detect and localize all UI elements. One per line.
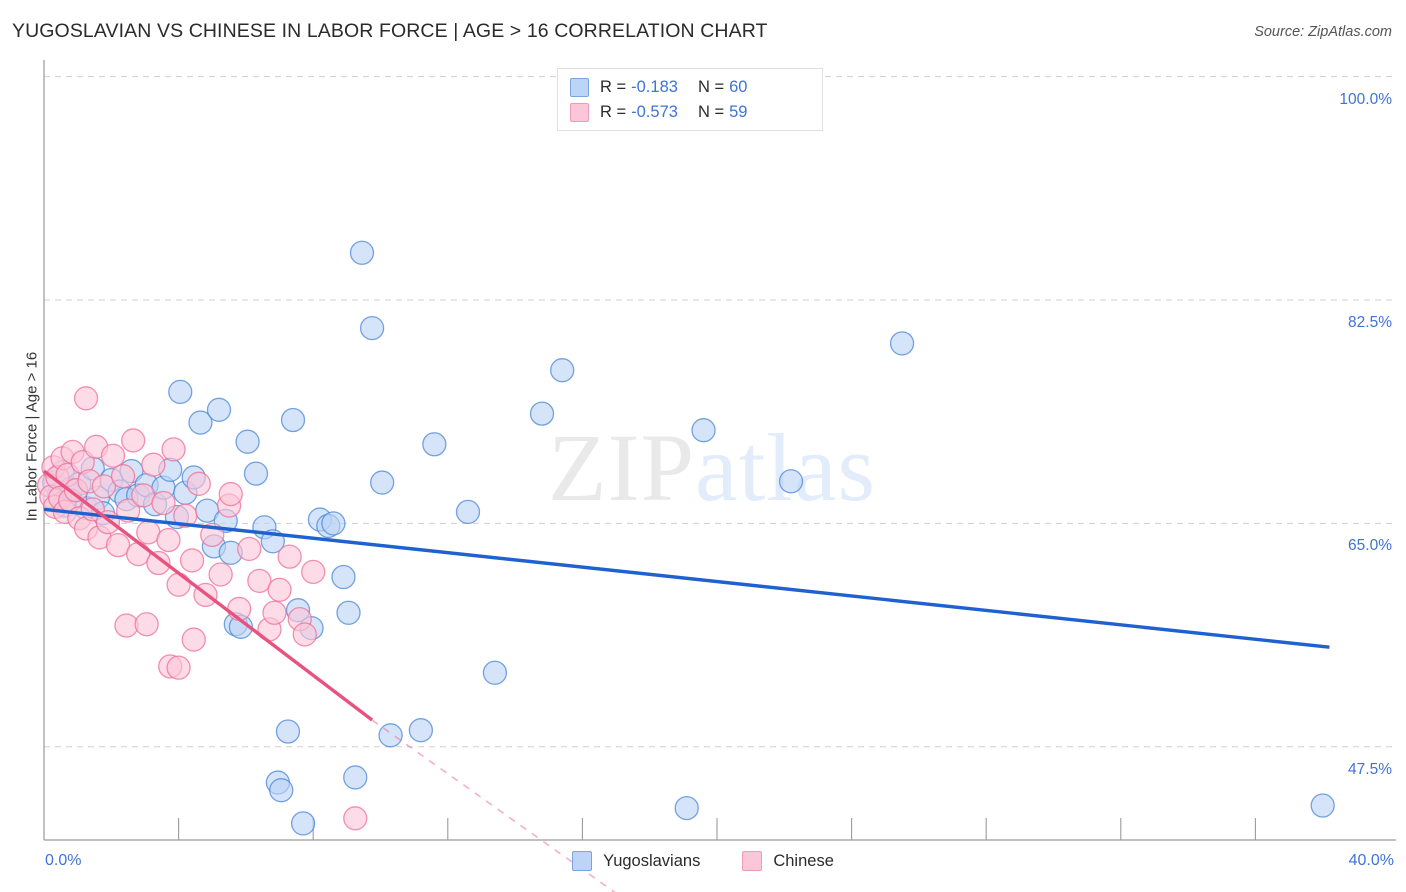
- data-point: [179, 548, 205, 573]
- data-point: [126, 541, 151, 567]
- data-points-layer: [36, 240, 1335, 836]
- gridlines: [44, 76, 1396, 748]
- data-point: [206, 397, 232, 422]
- data-point: [321, 511, 346, 536]
- data-point: [73, 386, 99, 411]
- data-point: [674, 795, 699, 821]
- data-point: [301, 559, 326, 585]
- r-label: R =: [600, 78, 627, 96]
- scatter-plot: [36, 60, 1396, 892]
- data-point: [691, 418, 716, 443]
- n-label: N =: [697, 78, 725, 96]
- legend-swatch-yugoslavians: [570, 78, 589, 97]
- data-point: [422, 432, 447, 457]
- data-point: [168, 379, 193, 405]
- data-point: [105, 532, 131, 558]
- data-point: [110, 464, 136, 489]
- legend-color-yugoslavians: [572, 851, 593, 871]
- data-point: [134, 612, 159, 637]
- data-point: [331, 564, 356, 590]
- data-point: [889, 331, 915, 356]
- data-point: [778, 469, 804, 494]
- data-point: [186, 471, 211, 496]
- data-point: [482, 660, 508, 685]
- data-point: [161, 437, 186, 462]
- data-point: [455, 499, 481, 525]
- data-point: [151, 490, 176, 516]
- legend-color-chinese: [742, 851, 763, 871]
- data-point: [243, 461, 269, 486]
- data-point: [292, 622, 317, 647]
- r-label: R =: [600, 103, 627, 121]
- data-point: [290, 811, 316, 836]
- r-value-chinese: -0.573: [631, 103, 678, 121]
- data-point: [550, 358, 575, 383]
- n-value-chinese: 59: [729, 103, 748, 121]
- data-point: [1310, 793, 1335, 818]
- data-point: [247, 568, 272, 593]
- trendlines-layer: [42, 469, 1330, 892]
- legend-label-chinese: Chinese: [773, 851, 834, 870]
- data-point: [166, 655, 191, 680]
- data-point: [237, 536, 262, 562]
- data-point: [114, 613, 139, 638]
- data-point: [349, 240, 375, 265]
- chart-root: YUGOSLAVIAN VS CHINESE IN LABOR FORCE | …: [0, 0, 1406, 892]
- data-point: [280, 407, 306, 433]
- data-point: [343, 806, 368, 831]
- data-point: [262, 600, 287, 625]
- n-value-yugoslavians: 60: [729, 78, 748, 96]
- y-axis-tick-label: 82.5%: [1348, 314, 1392, 331]
- data-point: [267, 577, 292, 602]
- data-point: [121, 428, 146, 453]
- y-axis-tick-label: 47.5%: [1348, 760, 1392, 778]
- data-point: [408, 718, 434, 743]
- data-point: [359, 315, 385, 341]
- data-point: [275, 719, 301, 744]
- series-legend: Yugoslavians Chinese: [0, 851, 1406, 871]
- data-point: [218, 481, 243, 507]
- y-axis-tick-label: 65.0%: [1348, 537, 1392, 555]
- data-point: [343, 765, 368, 790]
- data-point: [277, 544, 302, 569]
- legend-label-yugoslavians: Yugoslavians: [603, 851, 701, 870]
- stats-row: R = -0.573 N = 59: [570, 100, 810, 125]
- correlation-stats-legend: R = -0.183 N = 60 R = -0.573 N = 59: [557, 68, 823, 131]
- data-point: [269, 778, 294, 803]
- data-point: [336, 600, 361, 625]
- y-axis-title: In Labor Force | Age > 16: [23, 351, 41, 522]
- legend-item-yugoslavians[interactable]: Yugoslavians: [572, 851, 700, 871]
- data-point: [156, 527, 181, 553]
- data-point: [235, 429, 260, 454]
- data-point: [529, 401, 555, 426]
- data-point: [378, 723, 403, 748]
- y-axis-tick-label: 100.0%: [1339, 90, 1392, 108]
- n-label: N =: [697, 103, 725, 121]
- legend-item-chinese[interactable]: Chinese: [742, 851, 834, 871]
- data-point: [227, 596, 252, 622]
- data-point: [181, 627, 206, 652]
- data-point: [141, 452, 166, 477]
- x-axis-ticks: [178, 818, 1256, 840]
- stats-row: R = -0.183 N = 60: [570, 75, 810, 100]
- data-point: [370, 470, 395, 495]
- data-point: [208, 562, 233, 587]
- r-value-yugoslavians: -0.183: [631, 78, 678, 96]
- legend-swatch-chinese: [570, 103, 589, 122]
- data-point: [166, 572, 191, 597]
- data-point: [100, 443, 126, 468]
